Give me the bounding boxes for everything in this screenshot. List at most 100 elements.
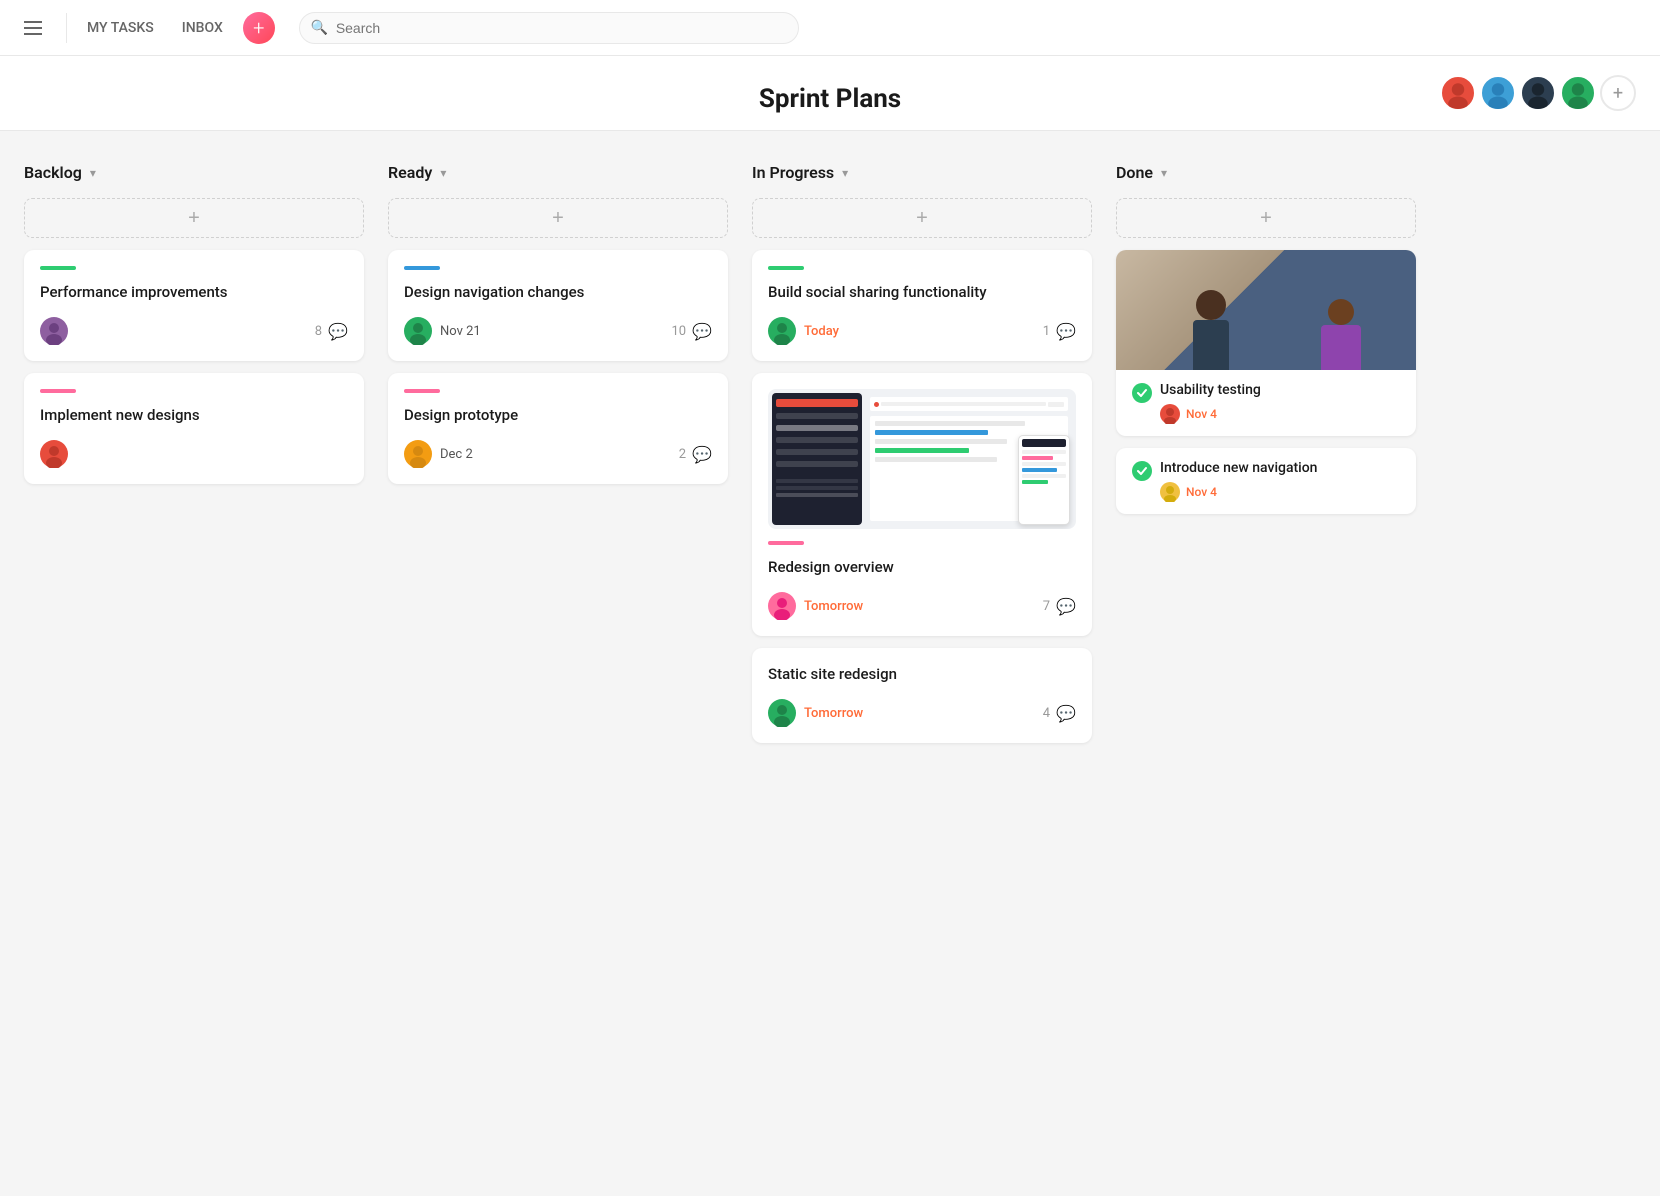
done-card-avatar-usability[interactable] [1160,404,1180,424]
card-static-site: Static site redesign Tomorrow 4 💬 [752,648,1092,743]
done-card-content-usability: Usability testing Nov 4 [1160,382,1400,424]
avatar-1[interactable] [1440,75,1476,111]
card-footer-implement [40,440,348,468]
card-avatar-implement[interactable] [40,440,68,468]
card-title-implement: Implement new designs [40,405,348,426]
card-usability-testing: Usability testing Nov 4 [1116,250,1416,436]
mock-sidebar [772,393,862,525]
person-figure-2 [1311,280,1371,370]
column-header-in-progress: In Progress ▾ [752,163,1092,182]
in-progress-chevron-icon[interactable]: ▾ [842,166,848,180]
ready-chevron-icon[interactable]: ▾ [440,166,446,180]
column-ready: Ready ▾ + Design navigation changes Nov … [388,163,728,1103]
card-date-design-nav: Nov 21 [440,324,481,339]
search-input[interactable] [299,12,799,44]
add-card-done-button[interactable]: + [1116,198,1416,238]
avatar-3[interactable] [1520,75,1556,111]
inbox-link[interactable]: INBOX [170,14,235,42]
card-title-design-nav: Design navigation changes [404,282,712,303]
card-date-redesign-overview: Tomorrow [804,599,863,614]
comment-icon-design-nav: 💬 [692,322,712,341]
card-footer-redesign-overview: Tomorrow 7 💬 [768,592,1076,620]
card-meta-design-nav: 10 💬 [671,322,712,341]
add-button[interactable]: + [243,12,275,44]
comment-count-static-site: 4 [1043,706,1050,721]
card-accent-green [40,266,76,270]
comment-icon-design-proto: 💬 [692,445,712,464]
comment-icon-social-sharing: 💬 [1056,322,1076,341]
avatar-4[interactable] [1560,75,1596,111]
card-title-social-sharing: Build social sharing functionality [768,282,1076,303]
comment-count-performance: 8 [315,324,322,339]
card-title-static-site: Static site redesign [768,664,1076,685]
card-footer-performance: 8 💬 [40,317,348,345]
card-meta-design-proto: 2 💬 [679,445,712,464]
card-avatar-design-nav[interactable] [404,317,432,345]
backlog-chevron-icon[interactable]: ▾ [90,166,96,180]
done-card-title-nav: Introduce new navigation [1160,460,1400,476]
card-accent-pink [40,389,76,393]
person-figure-1 [1176,270,1246,370]
add-card-in-progress-button[interactable]: + [752,198,1092,238]
card-meta-social-sharing: 1 💬 [1043,322,1076,341]
done-card-avatar-nav[interactable] [1160,482,1180,502]
card-footer-design-nav: Nov 21 10 💬 [404,317,712,345]
hamburger-menu[interactable] [16,13,50,43]
column-title-in-progress: In Progress [752,163,834,182]
column-backlog: Backlog ▾ + Performance improvements 8 💬… [24,163,364,1103]
card-date-design-proto: Dec 2 [440,447,473,462]
add-card-backlog-button[interactable]: + [24,198,364,238]
column-title-ready: Ready [388,163,432,182]
card-screenshot-redesign [768,389,1076,529]
card-avatar-static-site[interactable] [768,699,796,727]
comment-count-redesign-overview: 7 [1043,599,1050,614]
column-header-ready: Ready ▾ [388,163,728,182]
column-title-backlog: Backlog [24,163,82,182]
card-design-prototype: Design prototype Dec 2 2 💬 [388,373,728,484]
done-card-meta-nav: Nov 4 [1160,482,1400,502]
card-avatar-social-sharing[interactable] [768,317,796,345]
add-member-button[interactable]: + [1600,75,1636,111]
card-avatar-design-proto[interactable] [404,440,432,468]
nav-links: MY TASKS INBOX [75,14,235,42]
comment-icon-performance: 💬 [328,322,348,341]
my-tasks-link[interactable]: MY TASKS [75,14,166,42]
done-card-date-nav: Nov 4 [1186,485,1217,499]
nav-divider [66,13,67,43]
mock-sidebar-item-4 [776,449,858,455]
done-chevron-icon[interactable]: ▾ [1161,166,1167,180]
done-card-body-usability: Usability testing Nov 4 [1116,370,1416,436]
card-meta-performance: 8 💬 [315,322,348,341]
comment-count-design-nav: 10 [671,324,686,339]
card-accent-pink-3 [768,541,804,545]
card-design-nav-changes: Design navigation changes Nov 21 10 💬 [388,250,728,361]
comment-count-social-sharing: 1 [1043,324,1050,339]
card-avatar-performance[interactable] [40,317,68,345]
check-icon-usability [1132,383,1152,403]
column-done: Done ▾ + [1116,163,1416,1103]
page-title: Sprint Plans [24,84,1636,114]
card-image-usability [1116,250,1416,370]
card-redesign-overview: Redesign overview Tomorrow 7 💬 [752,373,1092,636]
card-social-sharing: Build social sharing functionality Today… [752,250,1092,361]
mock-sidebar-item-3 [776,437,858,443]
mock-sidebar-item-1 [776,413,858,419]
mock-sidebar-item-2 [776,425,858,431]
check-icon-nav [1132,461,1152,481]
card-meta-redesign-overview: 7 💬 [1043,597,1076,616]
card-title-redesign-overview: Redesign overview [768,557,1076,578]
card-footer-design-proto: Dec 2 2 💬 [404,440,712,468]
mock-phone [1018,435,1070,525]
column-title-done: Done [1116,163,1153,182]
comment-count-design-proto: 2 [679,447,686,462]
mock-sidebar-item-5 [776,461,858,467]
add-card-ready-button[interactable]: + [388,198,728,238]
search-icon: 🔍 [311,20,328,36]
card-avatar-redesign-overview[interactable] [768,592,796,620]
done-card-content-nav: Introduce new navigation Nov 4 [1160,460,1400,502]
card-date-static-site: Tomorrow [804,706,863,721]
kanban-board: Backlog ▾ + Performance improvements 8 💬… [0,131,1660,1135]
card-title-performance: Performance improvements [40,282,348,303]
header-avatars: + [1440,75,1636,111]
avatar-2[interactable] [1480,75,1516,111]
